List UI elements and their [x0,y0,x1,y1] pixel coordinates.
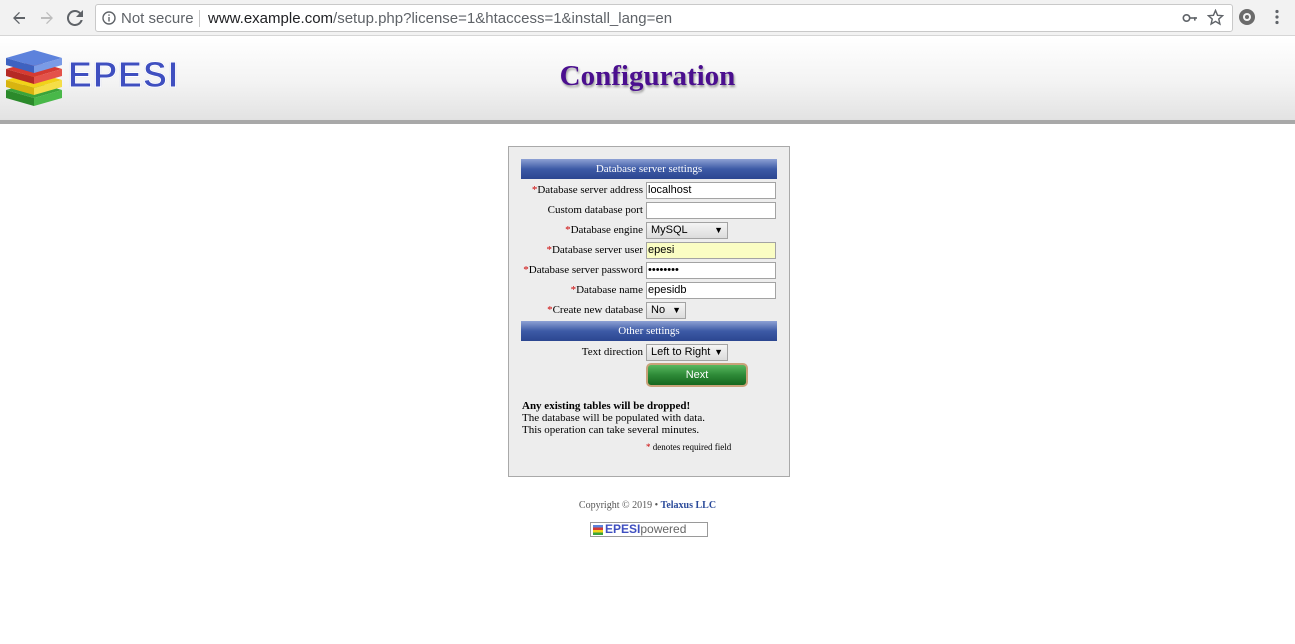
company-link[interactable]: Telaxus LLC [661,500,716,511]
required-field-note: * denotes required field [646,442,732,452]
password-label: *Database server password [523,264,643,276]
row-text-direction: Text direction Left to Right ▼ [509,344,791,362]
row-port: Custom database port [509,202,791,220]
text-direction-label: Text direction [581,346,643,358]
star-icon[interactable] [1206,8,1225,30]
arrow-left-icon [13,12,25,24]
header-divider [0,120,1295,124]
create-db-label: *Create new database [547,304,643,316]
row-engine: *Database engine MySQL ▼ [509,222,791,240]
user-label: *Database server user [546,244,643,256]
browser-toolbar: Not secure www.example.com/setup.php?lic… [0,0,1295,36]
row-db-name: *Database name epesidb [509,282,791,300]
security-label[interactable]: Not secure [121,10,194,27]
dropdown-arrow-icon: ▼ [714,225,723,235]
engine-label: *Database engine [565,224,643,236]
db-name-label: *Database name [570,284,643,296]
address-bar[interactable]: Not secure www.example.com/setup.php?lic… [95,4,1233,32]
extension-icon[interactable] [1238,8,1256,31]
port-label: Custom database port [547,204,643,216]
epesi-powered-badge[interactable]: EPESIpowered [590,522,708,537]
row-create-db: *Create new database No ▼ [509,302,791,320]
omnibox-divider [199,10,200,27]
row-server-address: *Database server address localhost [509,182,791,200]
copyright-text: Copyright © 2019 • Telaxus LLC [578,500,717,511]
required-marker: * [646,442,651,452]
note-line-1: The database will be populated with data… [522,412,705,424]
engine-select[interactable]: MySQL ▼ [646,222,728,239]
dropdown-arrow-icon: ▼ [714,347,723,357]
powered-word: powered [640,522,687,536]
mini-logo-icon [593,525,603,535]
page-title: Configuration [559,60,736,92]
reload-button[interactable] [63,6,87,30]
db-section-header: Database server settings [521,159,777,179]
configuration-form: Database server settings *Database serve… [508,146,790,477]
next-button[interactable]: Next [646,363,748,387]
more-vert-icon[interactable] [1268,8,1286,31]
forward-button[interactable] [35,6,59,30]
create-db-select[interactable]: No ▼ [646,302,686,319]
port-input[interactable] [646,202,776,219]
dropdown-arrow-icon: ▼ [672,305,681,315]
arrow-right-icon [41,12,53,24]
password-input[interactable]: •••••••• [646,262,776,279]
other-section-header: Other settings [521,321,777,341]
back-button[interactable] [7,6,31,30]
text-direction-select[interactable]: Left to Right ▼ [646,344,728,361]
powered-brand: EPESI [605,522,641,536]
note-line-2: This operation can take several minutes. [522,424,700,436]
server-address-input[interactable]: localhost [646,182,776,199]
user-input[interactable]: epesi [646,242,776,259]
row-password: *Database server password •••••••• [509,262,791,280]
url-path: /setup.php?license=1&htaccess=1&install_… [333,10,673,27]
url-text[interactable]: www.example.com/setup.php?license=1&htac… [208,10,672,27]
key-icon[interactable] [1182,11,1198,29]
warning-text: Any existing tables will be dropped! [522,400,691,412]
url-host: www.example.com [208,10,334,27]
info-icon[interactable] [102,11,116,29]
row-user: *Database server user epesi [509,242,791,260]
db-name-input[interactable]: epesidb [646,282,776,299]
server-address-label: *Database server address [531,184,643,196]
reload-icon [67,10,83,26]
